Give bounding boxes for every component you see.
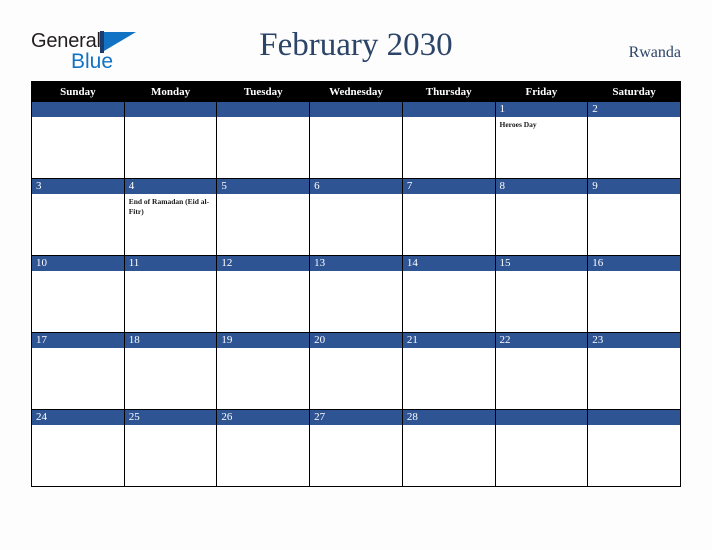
day-number: 16: [588, 256, 680, 271]
calendar-day-cell[interactable]: 15: [494, 255, 589, 333]
calendar-grid: Sunday Monday Tuesday Wednesday Thursday Frid…: [31, 81, 681, 487]
day-number: 17: [32, 333, 124, 348]
calendar-day-cell[interactable]: 5: [216, 178, 311, 256]
day-number: 27: [310, 410, 402, 425]
calendar-day-cell[interactable]: 25: [123, 409, 218, 487]
page-header: General Blue February 2030 Rwanda: [0, 0, 712, 80]
holiday-label: End of Ramadan (Eid al-Fitr): [128, 197, 210, 216]
day-number: 19: [217, 333, 310, 348]
day-number: 20: [310, 333, 402, 348]
day-number: 26: [217, 410, 310, 425]
day-number: 12: [217, 256, 310, 271]
calendar-day-cell[interactable]: 28: [401, 409, 496, 487]
day-number: 6: [310, 179, 402, 194]
day-events: End of Ramadan (Eid al-Fitr): [125, 194, 217, 216]
day-number: [402, 102, 495, 117]
calendar-week-row: 17 18 19 20 21 22 23: [31, 332, 681, 410]
day-number: 10: [32, 256, 124, 271]
calendar-day-cell[interactable]: 10: [31, 255, 125, 333]
calendar-day-cell[interactable]: 2: [587, 101, 681, 179]
calendar-week-row: 3 4 End of Ramadan (Eid al-Fitr) 5 6 7 8 9: [31, 178, 681, 256]
holiday-label: Heroes Day: [499, 120, 537, 129]
calendar-header-row: Sunday Monday Tuesday Wednesday Thursday Frid…: [31, 81, 681, 102]
day-number: 7: [402, 179, 495, 194]
calendar-day-cell[interactable]: 19: [216, 332, 311, 410]
weekday-header-tuesday: Tuesday: [216, 81, 311, 102]
calendar-body: 1 Heroes Day 2 3 4 End of Ramadan (Eid al-Fit…: [31, 101, 681, 487]
page-title: February 2030: [259, 27, 453, 63]
weekday-header-saturday: Saturday: [587, 81, 681, 102]
day-number: 13: [310, 256, 402, 271]
calendar-day-cell[interactable]: 17: [31, 332, 125, 410]
calendar-empty-cell[interactable]: [494, 409, 589, 487]
day-number: 22: [495, 333, 588, 348]
calendar-day-cell[interactable]: 24: [31, 409, 125, 487]
weekday-header-sunday: Sunday: [31, 81, 125, 102]
day-number: [495, 410, 588, 425]
day-number: 25: [124, 410, 217, 425]
calendar-day-cell[interactable]: 13: [309, 255, 403, 333]
weekday-header-friday: Friday: [494, 81, 589, 102]
day-number: [310, 102, 402, 117]
calendar-day-cell[interactable]: 7: [401, 178, 496, 256]
calendar-day-cell[interactable]: 16: [587, 255, 681, 333]
calendar-empty-cell[interactable]: [123, 101, 218, 179]
calendar-day-cell[interactable]: 23: [587, 332, 681, 410]
day-number: [217, 102, 310, 117]
calendar-day-cell[interactable]: 1 Heroes Day: [494, 101, 589, 179]
country-label: Rwanda: [628, 44, 681, 61]
calendar-day-cell[interactable]: 9: [587, 178, 681, 256]
calendar-day-cell[interactable]: 21: [401, 332, 496, 410]
day-events: Heroes Day: [496, 117, 588, 130]
day-number: 2: [588, 102, 680, 117]
weekday-row: Sunday Monday Tuesday Wednesday Thursday Frid…: [31, 81, 681, 102]
calendar-empty-cell[interactable]: [401, 101, 496, 179]
calendar-empty-cell[interactable]: [309, 101, 403, 179]
day-number: [588, 410, 680, 425]
calendar-day-cell[interactable]: 11: [123, 255, 218, 333]
day-number: 9: [588, 179, 680, 194]
calendar-day-cell[interactable]: 12: [216, 255, 311, 333]
day-number: 14: [402, 256, 495, 271]
calendar-empty-cell[interactable]: [31, 101, 125, 179]
calendar-week-row: 24 25 26 27 28: [31, 409, 681, 487]
weekday-header-monday: Monday: [123, 81, 218, 102]
calendar-empty-cell[interactable]: [216, 101, 311, 179]
day-number: 18: [124, 333, 217, 348]
calendar-day-cell[interactable]: 26: [216, 409, 311, 487]
weekday-header-thursday: Thursday: [401, 81, 496, 102]
day-number: 24: [32, 410, 124, 425]
calendar-day-cell[interactable]: 22: [494, 332, 589, 410]
day-number: 8: [495, 179, 588, 194]
calendar-day-cell[interactable]: 20: [309, 332, 403, 410]
calendar-week-row: 1 Heroes Day 2: [31, 101, 681, 179]
day-number: 11: [124, 256, 217, 271]
calendar-day-cell[interactable]: 14: [401, 255, 496, 333]
day-number: 1: [495, 102, 588, 117]
calendar-week-row: 10 11 12 13 14 15 16: [31, 255, 681, 333]
day-number: 3: [32, 179, 124, 194]
day-number: 5: [217, 179, 310, 194]
calendar-day-cell[interactable]: 8: [494, 178, 589, 256]
calendar-day-cell[interactable]: 27: [309, 409, 403, 487]
weekday-header-wednesday: Wednesday: [309, 81, 403, 102]
day-number: [124, 102, 217, 117]
calendar-empty-cell[interactable]: [587, 409, 681, 487]
day-number: 28: [402, 410, 495, 425]
calendar-day-cell[interactable]: 3: [31, 178, 125, 256]
calendar-day-cell[interactable]: 18: [123, 332, 218, 410]
day-number: 15: [495, 256, 588, 271]
day-number: 4: [124, 179, 217, 194]
day-number: 21: [402, 333, 495, 348]
day-number: 23: [588, 333, 680, 348]
calendar-day-cell[interactable]: 6: [309, 178, 403, 256]
calendar-day-cell[interactable]: 4 End of Ramadan (Eid al-Fitr): [123, 178, 218, 256]
day-number: [32, 102, 124, 117]
